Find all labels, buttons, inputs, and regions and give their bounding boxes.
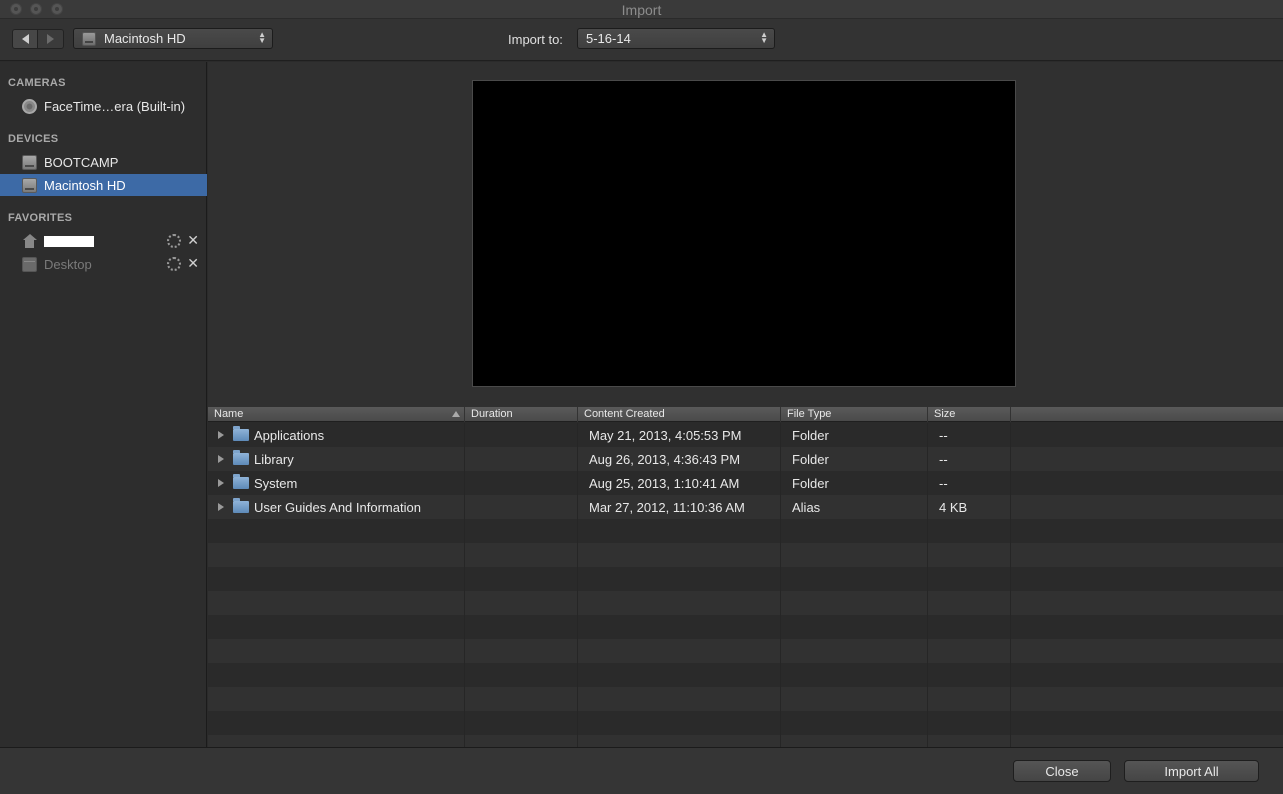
remove-favorite-icon[interactable]: ✕	[187, 255, 199, 272]
file-type: Alias	[781, 495, 928, 519]
empty-row	[208, 543, 1283, 567]
preview-area	[208, 62, 1283, 407]
back-button[interactable]	[12, 29, 38, 49]
empty-row	[208, 591, 1283, 615]
event-popup-label: 5-16-14	[586, 31, 631, 46]
file-name: User Guides And Information	[254, 499, 421, 515]
file-name: System	[254, 475, 298, 491]
redacted-label	[44, 235, 94, 247]
folder-icon	[233, 426, 249, 441]
empty-row	[208, 687, 1283, 711]
file-created: Aug 26, 2013, 4:36:43 PM	[578, 447, 781, 471]
file-created: Mar 27, 2012, 11:10:36 AM	[578, 495, 781, 519]
sidebar-item-bootcamp[interactable]: BOOTCAMP	[0, 151, 207, 173]
remove-favorite-icon[interactable]: ✕	[187, 232, 199, 249]
devices-header: DEVICES	[8, 133, 59, 145]
chevron-right-icon	[47, 34, 54, 44]
camera-icon	[22, 98, 37, 114]
empty-row	[208, 567, 1283, 591]
empty-row	[208, 663, 1283, 687]
file-size: --	[928, 423, 1011, 447]
disclosure-triangle-icon[interactable]	[218, 431, 224, 439]
loading-spinner-icon	[167, 234, 181, 248]
disk-icon	[22, 177, 37, 193]
popup-arrows-icon: ▲ ▼	[258, 30, 266, 45]
import-to-label: Import to:	[508, 32, 563, 47]
close-button[interactable]: Close	[1013, 760, 1111, 782]
preview-viewer	[472, 80, 1016, 387]
window-title: Import	[621, 2, 662, 18]
sidebar: CAMERAS FaceTime…era (Built-in) DEVICES …	[0, 62, 207, 747]
desktop-icon	[22, 256, 37, 272]
file-duration	[465, 447, 578, 471]
sidebar-item-label: Macintosh HD	[44, 177, 126, 193]
title-bar: Import	[0, 0, 1283, 19]
cameras-header: CAMERAS	[8, 77, 66, 89]
sidebar-item-facetime-camera[interactable]: FaceTime…era (Built-in)	[0, 95, 207, 117]
column-header-file-type[interactable]: File Type	[781, 407, 928, 422]
sidebar-item-macintosh-hd[interactable]: Macintosh HD	[0, 174, 207, 196]
forward-button[interactable]	[38, 29, 64, 49]
empty-row	[208, 735, 1283, 747]
sidebar-item-home[interactable]: ✕	[0, 230, 207, 252]
popup-arrows-icon: ▲ ▼	[760, 30, 768, 45]
file-size: 4 KB	[928, 495, 1011, 519]
column-header-content-created[interactable]: Content Created	[578, 407, 781, 422]
sidebar-item-desktop[interactable]: Desktop ✕	[0, 253, 207, 275]
source-popup[interactable]: Macintosh HD ▲ ▼	[73, 28, 273, 49]
file-duration	[465, 471, 578, 495]
sort-ascending-icon	[452, 411, 460, 417]
file-name: Applications	[254, 427, 325, 443]
file-type: Folder	[781, 471, 928, 495]
nav-buttons	[12, 29, 64, 49]
table-row[interactable]: System Aug 25, 2013, 1:10:41 AM Folder -…	[208, 471, 1283, 495]
loading-spinner-icon	[167, 257, 181, 271]
folder-icon	[233, 474, 249, 489]
table-row[interactable]: User Guides And Information Mar 27, 2012…	[208, 495, 1283, 519]
file-duration	[465, 423, 578, 447]
file-size: --	[928, 447, 1011, 471]
event-popup[interactable]: 5-16-14 ▲ ▼	[577, 28, 775, 49]
file-created: May 21, 2013, 4:05:53 PM	[578, 423, 781, 447]
hard-drive-icon	[82, 31, 96, 46]
table-row[interactable]: Applications May 21, 2013, 4:05:53 PM Fo…	[208, 423, 1283, 447]
file-duration	[465, 495, 578, 519]
table-row[interactable]: Library Aug 26, 2013, 4:36:43 PM Folder …	[208, 447, 1283, 471]
chevron-left-icon	[21, 34, 29, 44]
disclosure-triangle-icon[interactable]	[218, 479, 224, 487]
column-header-empty	[1011, 407, 1283, 422]
empty-row	[208, 711, 1283, 735]
column-header-name[interactable]: Name	[208, 407, 465, 422]
toolbar: Macintosh HD ▲ ▼ Import to: 5-16-14 ▲ ▼	[0, 19, 1283, 61]
file-size: --	[928, 471, 1011, 495]
home-icon	[22, 233, 37, 249]
import-all-button[interactable]: Import All	[1124, 760, 1259, 782]
file-type: Folder	[781, 423, 928, 447]
file-type: Folder	[781, 447, 928, 471]
sidebar-item-label: FaceTime…era (Built-in)	[44, 98, 186, 114]
column-header-size[interactable]: Size	[928, 407, 1011, 422]
sidebar-item-label: Desktop	[44, 256, 92, 272]
file-name: Library	[254, 451, 294, 467]
column-headers: Name Duration Content Created File Type …	[208, 407, 1283, 422]
folder-icon	[233, 450, 249, 465]
file-rows: Applications May 21, 2013, 4:05:53 PM Fo…	[208, 423, 1283, 747]
empty-row	[208, 639, 1283, 663]
empty-row	[208, 615, 1283, 639]
column-header-label: Name	[214, 408, 244, 420]
file-list: Name Duration Content Created File Type …	[208, 407, 1283, 747]
bottom-bar: Close Import All	[0, 747, 1283, 794]
column-header-duration[interactable]: Duration	[465, 407, 578, 422]
folder-icon	[233, 498, 249, 513]
disk-icon	[22, 154, 37, 170]
file-created: Aug 25, 2013, 1:10:41 AM	[578, 471, 781, 495]
disclosure-triangle-icon[interactable]	[218, 455, 224, 463]
sidebar-item-label: BOOTCAMP	[44, 154, 119, 170]
source-popup-label: Macintosh HD	[104, 31, 186, 46]
favorites-header: FAVORITES	[8, 212, 73, 224]
disclosure-triangle-icon[interactable]	[218, 503, 224, 511]
empty-row	[208, 519, 1283, 543]
